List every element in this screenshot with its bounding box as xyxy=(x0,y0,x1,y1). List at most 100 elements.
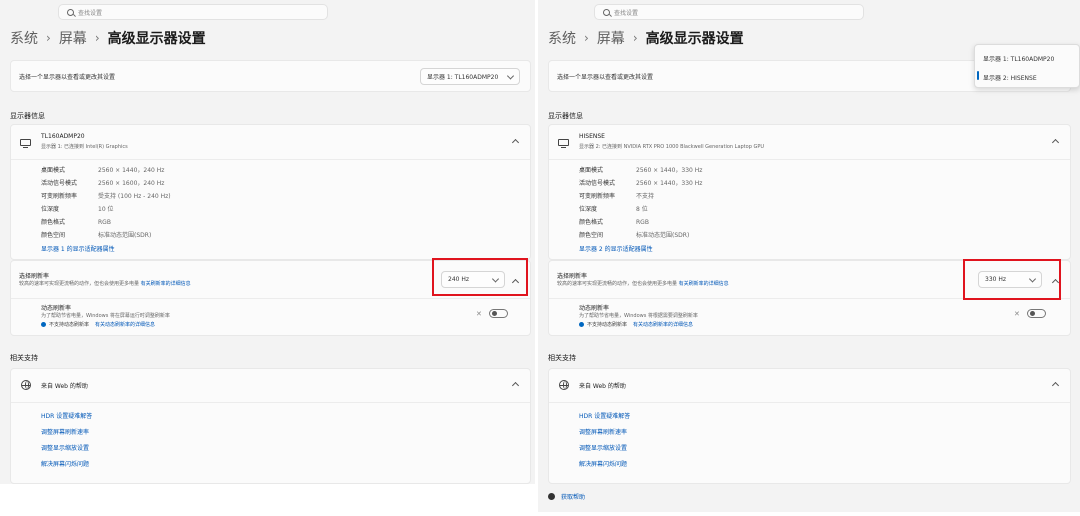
display-info-header[interactable]: TL160ADMP20 显示器 1: 已连接到 Intel(R) Graphic… xyxy=(11,125,530,160)
info-row: 颜色格式 RGB xyxy=(579,219,649,226)
dynamic-refresh-title: 动态刷新率 xyxy=(579,305,610,312)
highlight-box xyxy=(432,258,528,296)
help-link[interactable]: 解决屏幕闪烁问题 xyxy=(41,459,89,468)
info-row: 活动信号模式 2560 × 1600，240 Hz xyxy=(41,180,165,187)
info-row: 位深度 10 位 xyxy=(41,206,114,213)
refresh-rate-title: 选择刷新率 xyxy=(557,273,588,280)
chevron-up-icon[interactable] xyxy=(1051,138,1060,147)
web-help-header[interactable]: 来自 Web 的帮助 xyxy=(11,369,530,403)
search-icon xyxy=(603,8,610,16)
dynamic-refresh-help-link[interactable]: 有关动态刷新率的详细信息 xyxy=(95,321,155,328)
chevron-up-icon[interactable] xyxy=(511,381,520,390)
highlight-box xyxy=(963,259,1061,300)
display-info-card: TL160ADMP20 显示器 1: 已连接到 Intel(R) Graphic… xyxy=(10,124,531,260)
display-info-header[interactable]: HISENSE 显示器 2: 已连接到 NVIDIA RTX PRO 1000 … xyxy=(549,125,1070,160)
refresh-rate-help-link[interactable]: 有关刷新率的详细信息 xyxy=(679,281,729,287)
display-name: TL160ADMP20 xyxy=(41,133,85,140)
dynamic-refresh-note: 不支持动态刷新率 有关动态刷新率的详细信息 xyxy=(41,321,155,328)
info-row: 颜色空间 标准动态范围(SDR) xyxy=(41,232,152,239)
toggle-knob xyxy=(1030,311,1035,316)
search-icon xyxy=(67,8,74,16)
help-link[interactable]: 调整显示缩放设置 xyxy=(579,443,627,452)
screenshot-root: 查找设置 系统 › 屏幕 › 高级显示器设置 选择一个显示器以查看或更改其设置 … xyxy=(0,0,1080,516)
adapter-properties-link[interactable]: 显示器 2 的显示适配器属性 xyxy=(579,244,653,253)
globe-icon xyxy=(21,380,31,390)
help-link[interactable]: HDR 设置疑难解答 xyxy=(579,411,630,420)
page-title: 高级显示器设置 xyxy=(107,31,206,47)
info-icon xyxy=(579,322,584,327)
refresh-rate-desc: 较高的速率可实现更流畅的动作，但也会使用更多电量 有关刷新率的详细信息 xyxy=(19,281,191,287)
chevron-right-icon: › xyxy=(46,31,51,45)
close-icon: ✕ xyxy=(1014,310,1020,318)
display-connection: 显示器 1: 已连接到 Intel(R) Graphics xyxy=(41,144,128,150)
breadcrumb: 系统 › 屏幕 › 高级显示器设置 xyxy=(10,28,206,48)
section-display-info: 显示器信息 xyxy=(548,112,583,120)
chevron-up-icon[interactable] xyxy=(1051,381,1060,390)
display-option-2[interactable]: 显示器 2: HISENSE xyxy=(983,73,1037,82)
chevron-down-icon xyxy=(506,71,515,80)
help-icon xyxy=(548,493,555,500)
info-row: 可变刷新频率 不支持 xyxy=(579,193,655,200)
monitor-icon xyxy=(558,139,569,148)
web-help-title: 来自 Web 的帮助 xyxy=(41,383,88,390)
info-row: 活动信号模式 2560 × 1440，330 Hz xyxy=(579,180,703,187)
display-select-popup: 显示器 1: TL160ADMP20 显示器 2: HISENSE xyxy=(974,44,1080,88)
help-link[interactable]: 调整显示缩放设置 xyxy=(41,443,89,452)
select-display-label: 选择一个显示器以查看或更改其设置 xyxy=(557,74,654,81)
get-help-label: 获取帮助 xyxy=(561,494,586,501)
select-display-label: 选择一个显示器以查看或更改其设置 xyxy=(19,74,116,81)
chevron-right-icon: › xyxy=(632,31,638,45)
breadcrumb-system[interactable]: 系统 xyxy=(548,28,576,48)
select-display-row: 选择一个显示器以查看或更改其设置 显示器 1: TL160ADMP20 xyxy=(10,60,531,92)
section-display-info: 显示器信息 xyxy=(10,112,45,120)
dynamic-refresh-title: 动态刷新率 xyxy=(41,305,72,312)
help-link[interactable]: 解决屏幕闪烁问题 xyxy=(579,459,627,468)
chevron-up-icon[interactable] xyxy=(511,138,520,147)
info-row: 颜色空间 标准动态范围(SDR) xyxy=(579,232,690,239)
refresh-rate-help-link[interactable]: 有关刷新率的详细信息 xyxy=(141,281,191,287)
display-info-card: HISENSE 显示器 2: 已连接到 NVIDIA RTX PRO 1000 … xyxy=(548,124,1071,260)
divider xyxy=(11,298,530,299)
display-option-1[interactable]: 显示器 1: TL160ADMP20 xyxy=(983,54,1054,63)
close-icon: ✕ xyxy=(476,310,482,318)
help-link[interactable]: 调整屏幕刷新速率 xyxy=(41,427,89,436)
dynamic-refresh-toggle[interactable] xyxy=(489,309,508,318)
toggle-knob xyxy=(492,311,497,316)
breadcrumb-system[interactable]: 系统 xyxy=(10,28,38,48)
display-connection: 显示器 2: 已连接到 NVIDIA RTX PRO 1000 Blackwel… xyxy=(579,144,765,150)
dynamic-refresh-desc: 为了帮助节省电量，Windows 将在屏幕运行时调整刷新率 xyxy=(41,313,170,319)
dynamic-refresh-note: 不支持动态刷新率 有关动态刷新率的详细信息 xyxy=(579,321,693,328)
help-link[interactable]: HDR 设置疑难解答 xyxy=(41,411,92,420)
dynamic-refresh-desc: 为了帮助节省电量，Windows 将根据需要调整刷新率 xyxy=(579,313,698,319)
section-related-support: 相关支持 xyxy=(10,354,38,362)
get-help-link[interactable]: 获取帮助 xyxy=(548,492,585,501)
help-link[interactable]: 调整屏幕刷新速率 xyxy=(579,427,627,436)
section-related-support: 相关支持 xyxy=(548,354,576,362)
dynamic-refresh-toggle[interactable] xyxy=(1027,309,1046,318)
search-placeholder: 查找设置 xyxy=(614,9,639,17)
breadcrumb-display[interactable]: 屏幕 xyxy=(59,28,87,48)
dynamic-refresh-help-link[interactable]: 有关动态刷新率的详细信息 xyxy=(633,321,693,328)
display-select-value: 显示器 1: TL160ADMP20 xyxy=(427,74,499,81)
search-box[interactable]: 查找设置 xyxy=(58,4,328,20)
refresh-rate-title: 选择刷新率 xyxy=(19,273,50,280)
web-help-header[interactable]: 来自 Web 的帮助 xyxy=(549,369,1070,403)
refresh-rate-desc: 较高的速率可实现更流畅的动作，但也会使用更多电量 有关刷新率的详细信息 xyxy=(557,281,729,287)
info-row: 桌面模式 2560 × 1440，330 Hz xyxy=(579,167,703,174)
settings-window-display-1: 查找设置 系统 › 屏幕 › 高级显示器设置 选择一个显示器以查看或更改其设置 … xyxy=(0,0,535,484)
globe-icon xyxy=(559,380,569,390)
info-row: 桌面模式 2560 × 1440，240 Hz xyxy=(41,167,165,174)
info-row: 颜色格式 RGB xyxy=(41,219,111,226)
info-row: 位深度 8 位 xyxy=(579,206,648,213)
search-box[interactable]: 查找设置 xyxy=(594,4,864,20)
display-select-dropdown[interactable]: 显示器 1: TL160ADMP20 xyxy=(420,68,520,85)
monitor-icon xyxy=(20,139,31,148)
display-name: HISENSE xyxy=(579,133,605,140)
web-help-card: 来自 Web 的帮助 HDR 设置疑难解答 调整屏幕刷新速率 调整显示缩放设置 … xyxy=(548,368,1071,484)
adapter-properties-link[interactable]: 显示器 1 的显示适配器属性 xyxy=(41,244,115,253)
info-icon xyxy=(41,322,46,327)
info-row: 可变刷新频率 受支持 (100 Hz - 240 Hz) xyxy=(41,193,171,200)
selected-indicator xyxy=(977,71,979,80)
page-title: 高级显示器设置 xyxy=(645,31,744,47)
breadcrumb-display[interactable]: 屏幕 xyxy=(597,28,625,48)
